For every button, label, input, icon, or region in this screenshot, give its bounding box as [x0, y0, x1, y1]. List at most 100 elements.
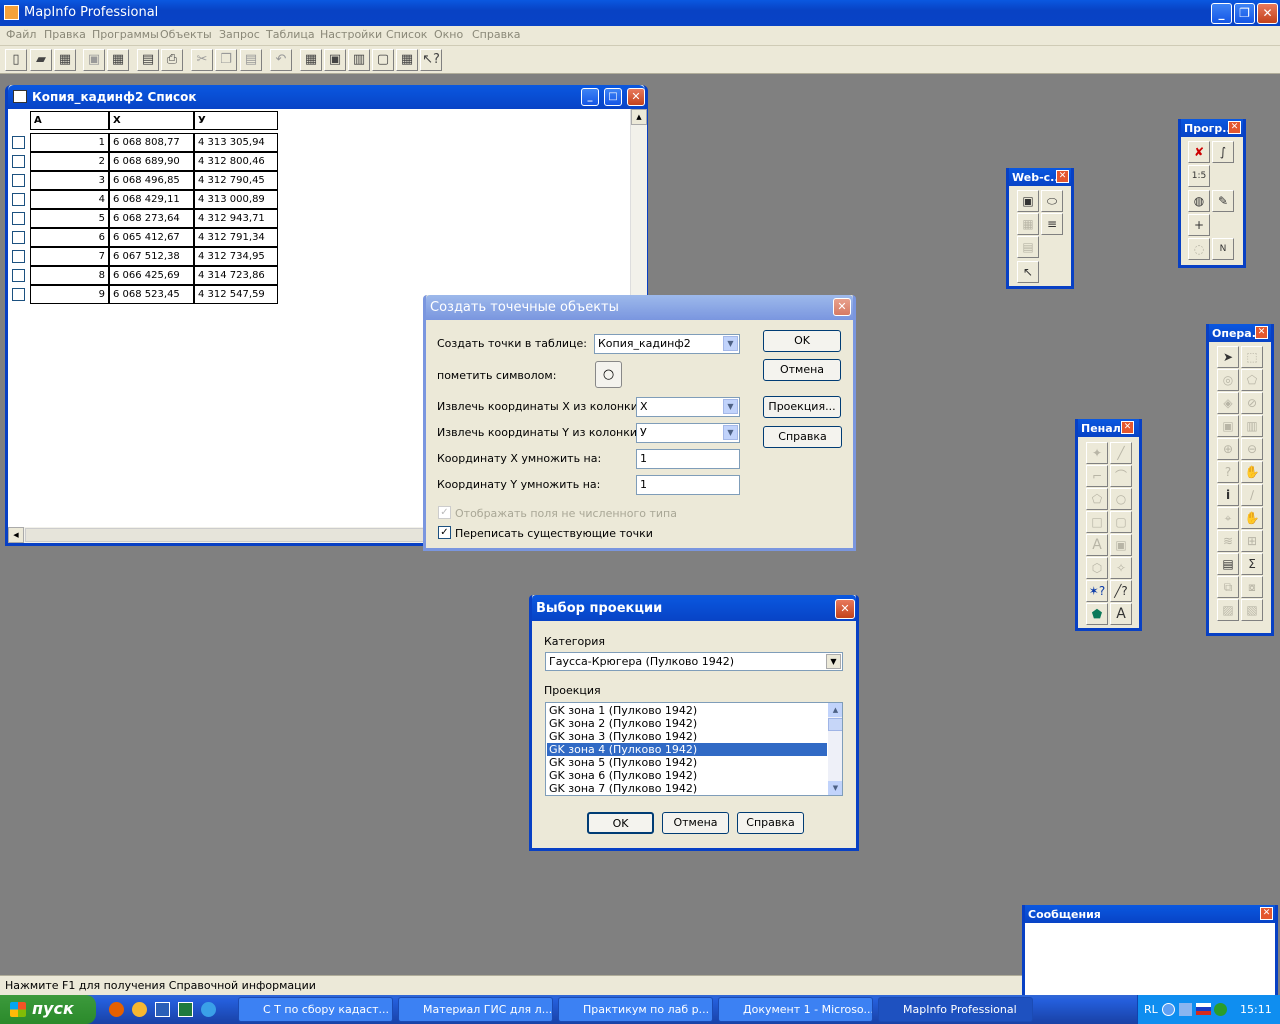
menu-programs[interactable]: Программы [92, 28, 159, 41]
column-header-a[interactable]: A [30, 111, 109, 130]
chevron-down-icon[interactable]: ▼ [826, 654, 841, 669]
close-icon[interactable]: ✕ [1255, 326, 1268, 339]
new-icon[interactable]: ▯ [5, 49, 27, 71]
select-arrow-icon[interactable]: ➤ [1217, 346, 1239, 368]
scale-bar-icon[interactable]: 1:5 [1188, 165, 1210, 187]
label-tool-icon[interactable]: ⌖ [1217, 507, 1239, 529]
column-header-x[interactable]: X [109, 111, 194, 130]
hotlink-icon[interactable]: ∫ [1212, 141, 1234, 163]
symbol-style-icon[interactable]: ✶? [1086, 580, 1108, 602]
hotlink-tool-icon[interactable]: ∕ [1241, 484, 1263, 506]
menu-objects[interactable]: Объекты [160, 28, 212, 41]
invert-selection-icon[interactable]: ▣ [1217, 415, 1239, 437]
task-mapinfo[interactable]: MapInfo Professional [878, 997, 1033, 1022]
row-cell-x[interactable]: 6 068 808,77 [109, 133, 194, 152]
projection-cancel-button[interactable]: Отмена [662, 812, 729, 834]
projection-list-item[interactable]: GK зона 1 (Пулково 1942) [547, 704, 827, 717]
clip-region-icon[interactable]: ⧉ [1217, 576, 1239, 598]
drag-map-icon[interactable]: ✋ [1241, 507, 1263, 529]
ie-icon[interactable] [201, 1002, 216, 1017]
web-gazetteer-icon[interactable]: ≡ [1041, 213, 1063, 235]
chevron-down-icon[interactable]: ▼ [723, 399, 738, 414]
projection-list-item[interactable]: GK зона 2 (Пулково 1942) [547, 717, 827, 730]
row-cell-y[interactable]: 4 313 305,94 [194, 133, 278, 152]
network-icon[interactable] [1179, 1003, 1192, 1016]
menu-file[interactable]: Файл [6, 28, 36, 41]
y-column-select[interactable]: У ▼ [636, 423, 740, 443]
scroll-thumb[interactable] [25, 528, 425, 542]
x-multiplier-input[interactable]: 1 [636, 449, 740, 469]
cut-icon[interactable]: ✂ [191, 49, 213, 71]
flag-icon[interactable] [1196, 1003, 1211, 1015]
help-pointer-icon[interactable]: ↖? [420, 49, 442, 71]
row-cell-x[interactable]: 6 068 496,85 [109, 171, 194, 190]
chevron-down-icon[interactable]: ▼ [723, 336, 738, 351]
row-cell-y[interactable]: 4 314 723,86 [194, 266, 278, 285]
menu-query[interactable]: Запрос [219, 28, 260, 41]
projection-button[interactable]: Проекция... [763, 396, 841, 418]
region-style-icon[interactable]: ⬟ [1086, 603, 1108, 625]
browser-minimize-button[interactable]: _ [581, 88, 599, 106]
row-cell-y[interactable]: 4 312 734,95 [194, 247, 278, 266]
projection-list-item[interactable]: GK зона 6 (Пулково 1942) [547, 769, 827, 782]
web-select-icon[interactable]: ↖ [1017, 261, 1039, 283]
close-icon[interactable]: ✕ [1228, 121, 1241, 134]
operations-palette-title-bar[interactable]: Опера... ✕ [1209, 324, 1271, 342]
pencil-icon[interactable]: ✎ [1212, 190, 1234, 212]
menu-edit[interactable]: Правка [44, 28, 86, 41]
language-indicator[interactable]: RL [1144, 1003, 1158, 1016]
marquee-select-icon[interactable]: ⬚ [1241, 346, 1263, 368]
row-cell-y[interactable]: 4 313 000,89 [194, 190, 278, 209]
row-cell-x[interactable]: 6 065 412,67 [109, 228, 194, 247]
task-folder-2[interactable]: Материал ГИС для л... [398, 997, 553, 1022]
row-cell-a[interactable]: 1 [30, 133, 109, 152]
zoom-in-icon[interactable]: ⊕ [1217, 438, 1239, 460]
change-view-icon[interactable]: ? [1217, 461, 1239, 483]
info-icon[interactable]: i [1217, 484, 1239, 506]
drawing-palette-title-bar[interactable]: Пенал ✕ [1078, 419, 1139, 437]
menu-options[interactable]: Настройки [320, 28, 382, 41]
row-select-checkbox[interactable] [12, 193, 25, 206]
scroll-down-icon[interactable]: ▼ [828, 781, 842, 795]
paste-icon[interactable]: ▤ [240, 49, 262, 71]
copy-icon[interactable]: ❐ [215, 49, 237, 71]
symbol-button[interactable]: ○ [595, 361, 622, 388]
open-workspace-icon[interactable]: ▦ [54, 49, 76, 71]
x-column-select[interactable]: X ▼ [636, 397, 740, 417]
run-icon[interactable]: ✘ [1188, 141, 1210, 163]
projection-title-bar[interactable]: Выбор проекции ✕ [532, 595, 856, 621]
rounded-rectangle-tool-icon[interactable]: ▢ [1110, 511, 1132, 533]
close-button[interactable]: ✕ [1257, 3, 1278, 24]
web-palette-title-bar[interactable]: Web-c... ✕ [1009, 168, 1071, 186]
firefox-icon[interactable] [109, 1002, 124, 1017]
polygon-tool-icon[interactable]: ⬠ [1086, 488, 1108, 510]
create-points-close-button[interactable]: ✕ [833, 298, 851, 316]
nonnumeric-checkbox[interactable]: ✓ [438, 506, 451, 519]
reshape-tool-icon[interactable]: ⬡ [1086, 557, 1108, 579]
row-cell-a[interactable]: 3 [30, 171, 109, 190]
scroll-thumb[interactable] [828, 718, 842, 731]
projection-list-item[interactable]: GK зона 7 (Пулково 1942) [547, 782, 827, 795]
text-style-icon[interactable]: A [1110, 603, 1132, 625]
create-points-title-bar[interactable]: Создать точечные объекты ✕ [426, 295, 853, 320]
row-select-checkbox[interactable] [12, 174, 25, 187]
task-folder-1[interactable]: С Т по сбору кадаст... [238, 997, 393, 1022]
row-cell-x[interactable]: 6 068 689,90 [109, 152, 194, 171]
category-select[interactable]: Гаусса-Крюгера (Пулково 1942) ▼ [545, 652, 843, 671]
create-points-ok-button[interactable]: OK [763, 330, 841, 352]
antivirus-icon[interactable] [1214, 1003, 1227, 1016]
scroll-up-icon[interactable]: ▲ [631, 109, 647, 125]
tray-arrow-icon[interactable] [1162, 1003, 1175, 1016]
save-icon[interactable]: ▣ [83, 49, 105, 71]
web-feature-icon[interactable]: ⬭ [1041, 190, 1063, 212]
app-title-bar[interactable]: MapInfo Professional _ ❐ ✕ [0, 0, 1280, 26]
statistics-icon[interactable]: Σ [1241, 553, 1263, 575]
row-cell-x[interactable]: 6 068 273,64 [109, 209, 194, 228]
row-select-checkbox[interactable] [12, 155, 25, 168]
save-copy-icon[interactable]: ▤ [137, 49, 159, 71]
show-hide-stats-icon[interactable]: ▧ [1241, 599, 1263, 621]
column-header-y[interactable]: У [194, 111, 278, 130]
crosshair-icon[interactable]: + [1188, 214, 1210, 236]
projection-list-item[interactable]: GK зона 4 (Пулково 1942) [547, 743, 827, 756]
unselect-icon[interactable]: ⊘ [1241, 392, 1263, 414]
